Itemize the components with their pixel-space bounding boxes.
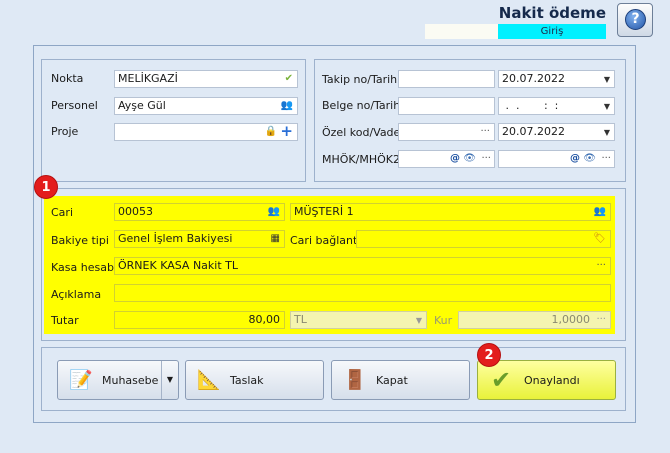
exit-door-icon: 🚪 [343, 369, 367, 391]
muhasebe-button[interactable]: 📝 Muhasebe ▼ [57, 360, 179, 400]
personel-field[interactable]: Ayşe Gül 👥 [114, 97, 298, 115]
currency-value: TL [294, 313, 307, 326]
ellipsis-icon[interactable]: ··· [596, 258, 606, 274]
ellipsis-icon[interactable]: ··· [481, 151, 491, 167]
cari-baglanti-field[interactable]: 🏷 [356, 230, 611, 248]
tutar-field[interactable]: 80,00 [114, 311, 285, 329]
mode-strip [425, 24, 498, 39]
onaylandi-button[interactable]: ✔ Onaylandı [477, 360, 616, 400]
kur-field[interactable]: 1,0000 ··· [458, 311, 611, 329]
personel-label: Personel [51, 99, 98, 112]
tag-icon[interactable]: 🏷 [593, 231, 606, 247]
cari-baglanti-label: Cari bağlantı [290, 234, 361, 247]
bakiye-tipi-value: Genel İşlem Bakiyesi [118, 232, 233, 245]
kur-value: 1,0000 [551, 313, 591, 326]
plus-icon[interactable]: + [280, 124, 293, 139]
chevron-down-icon[interactable]: ▼ [416, 312, 422, 328]
vade-value: 20.07.2022 [502, 125, 565, 138]
mhok-label: MHÖK/MHÖK2 [322, 153, 400, 166]
step-badge-1: 1 [34, 175, 58, 199]
kur-label: Kur [434, 314, 453, 327]
at-icon[interactable]: @ [570, 151, 580, 167]
bakiye-tipi-field[interactable]: Genel İşlem Bakiyesi ▦ [114, 230, 285, 248]
chevron-down-icon[interactable]: ▼ [604, 71, 610, 87]
personel-value: Ayşe Gül [118, 99, 166, 112]
people-icon[interactable]: 👥 [594, 204, 606, 220]
ellipsis-icon[interactable]: ··· [480, 124, 490, 140]
belge-date-field[interactable]: . . : : ▼ [498, 97, 615, 115]
belge-no-field[interactable] [398, 97, 495, 115]
ellipsis-icon[interactable]: ··· [601, 151, 611, 167]
taslak-button[interactable]: 📐 Taslak [185, 360, 324, 400]
at-icon[interactable]: @ [450, 151, 460, 167]
kasa-hesabi-value: ÖRNEK KASA Nakit TL [118, 259, 238, 272]
muhasebe-label: Muhasebe [102, 374, 159, 387]
nokta-label: Nokta [51, 72, 84, 85]
belge-label: Belge no/Tarih [322, 99, 401, 112]
cari-name-field[interactable]: MÜŞTERİ 1 👥 [290, 203, 611, 221]
taslak-label: Taslak [230, 374, 264, 387]
takip-date-value: 20.07.2022 [502, 72, 565, 85]
mhok2-field[interactable]: @ 👁 ··· [498, 150, 615, 168]
chevron-down-icon[interactable]: ▼ [604, 124, 610, 140]
checkmark-icon: ✔ [490, 366, 512, 394]
bakiye-tipi-label: Bakiye tipi [51, 234, 109, 247]
nokta-field[interactable]: MELİKGAZİ ✔ [114, 70, 298, 88]
currency-select[interactable]: TL ▼ [290, 311, 427, 329]
proje-label: Proje [51, 125, 79, 138]
ellipsis-icon[interactable]: ··· [596, 312, 606, 328]
ozel-kod-label: Özel kod/Vade [322, 126, 401, 139]
kasa-hesabi-label: Kasa hesabı [51, 261, 117, 274]
vade-field[interactable]: 20.07.2022 ▼ [498, 123, 615, 141]
takip-no-field[interactable] [398, 70, 495, 88]
chevron-down-icon[interactable]: ▼ [604, 98, 610, 114]
eye-icon[interactable]: 👁 [463, 151, 476, 167]
calculator-icon[interactable]: ▦ [271, 231, 280, 247]
nokta-value: MELİKGAZİ [118, 72, 178, 85]
kapat-button[interactable]: 🚪 Kapat [331, 360, 470, 400]
ozel-kod-field[interactable]: ··· [398, 123, 495, 141]
ruler-pencil-icon: 📐 [197, 369, 221, 391]
kapat-label: Kapat [376, 374, 408, 387]
onaylandi-label: Onaylandı [524, 374, 580, 387]
document-pen-icon: 📝 [69, 369, 93, 391]
belge-date-value: . . : : [502, 99, 559, 112]
takip-label: Takip no/Tarih [322, 73, 398, 86]
cari-label: Cari [51, 206, 73, 219]
aciklama-label: Açıklama [51, 288, 102, 301]
cari-code-field[interactable]: 00053 👥 [114, 203, 285, 221]
mode-badge: Giriş [498, 24, 606, 39]
people-icon[interactable]: 👥 [268, 204, 280, 220]
tutar-label: Tutar [51, 314, 79, 327]
muhasebe-dropdown-chevron-icon[interactable]: ▼ [161, 361, 178, 399]
takip-date-field[interactable]: 20.07.2022 ▼ [498, 70, 615, 88]
step-badge-2: 2 [477, 343, 501, 367]
person-search-icon[interactable]: 👥 [281, 98, 293, 114]
help-button[interactable]: ? [617, 3, 653, 37]
eye-icon[interactable]: 👁 [583, 151, 596, 167]
proje-field[interactable]: 🔒 + [114, 123, 298, 141]
cari-code-value: 00053 [118, 205, 153, 218]
aciklama-field[interactable] [114, 284, 611, 302]
help-question-icon: ? [625, 9, 646, 30]
check-icon: ✔ [284, 73, 293, 84]
mhok1-field[interactable]: @ 👁 ··· [398, 150, 495, 168]
kasa-hesabi-field[interactable]: ÖRNEK KASA Nakit TL ··· [114, 257, 611, 275]
lock-icon[interactable]: 🔒 [265, 124, 277, 140]
window-title: Nakit ödeme [498, 4, 606, 22]
cari-name-value: MÜŞTERİ 1 [294, 205, 354, 218]
